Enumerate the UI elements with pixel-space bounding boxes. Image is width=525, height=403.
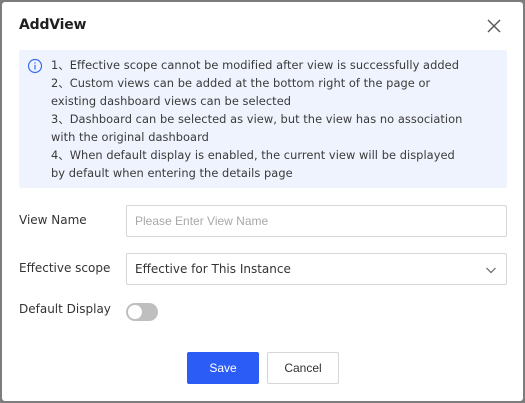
effective-scope-select[interactable]: Effective for This Instance [126,253,507,285]
add-view-dialog: AddView 1、Effective scope cannot be modi… [2,2,523,401]
view-name-label: View Name [19,213,87,227]
dialog-title: AddView [19,17,87,33]
info-line: 1、Effective scope cannot be modified aft… [51,58,459,72]
info-line: 4、When default display is enabled, the c… [51,148,455,162]
info-line: by default when entering the details pag… [51,166,293,180]
chevron-down-icon [486,267,496,274]
info-line: existing dashboard views can be selected [51,94,292,108]
close-icon [487,19,501,33]
view-name-field [126,205,507,237]
info-line: 3、Dashboard can be selected as view, but… [51,112,463,126]
save-button[interactable]: Save [187,352,259,384]
info-line: 2、Custom views can be added at the botto… [51,76,431,90]
info-notice: 1、Effective scope cannot be modified aft… [19,50,507,188]
toggle-knob [128,305,142,319]
default-display-toggle[interactable] [126,303,158,321]
info-circle-icon [27,58,43,74]
info-line: with the original dashboard [51,130,209,144]
effective-scope-label: Effective scope [19,261,111,275]
cancel-button[interactable]: Cancel [267,352,339,384]
default-display-label: Default Display [19,302,111,316]
effective-scope-value: Effective for This Instance [135,262,291,276]
close-button[interactable] [486,18,502,34]
info-text: 1、Effective scope cannot be modified aft… [51,56,499,182]
view-name-input[interactable] [127,206,506,236]
